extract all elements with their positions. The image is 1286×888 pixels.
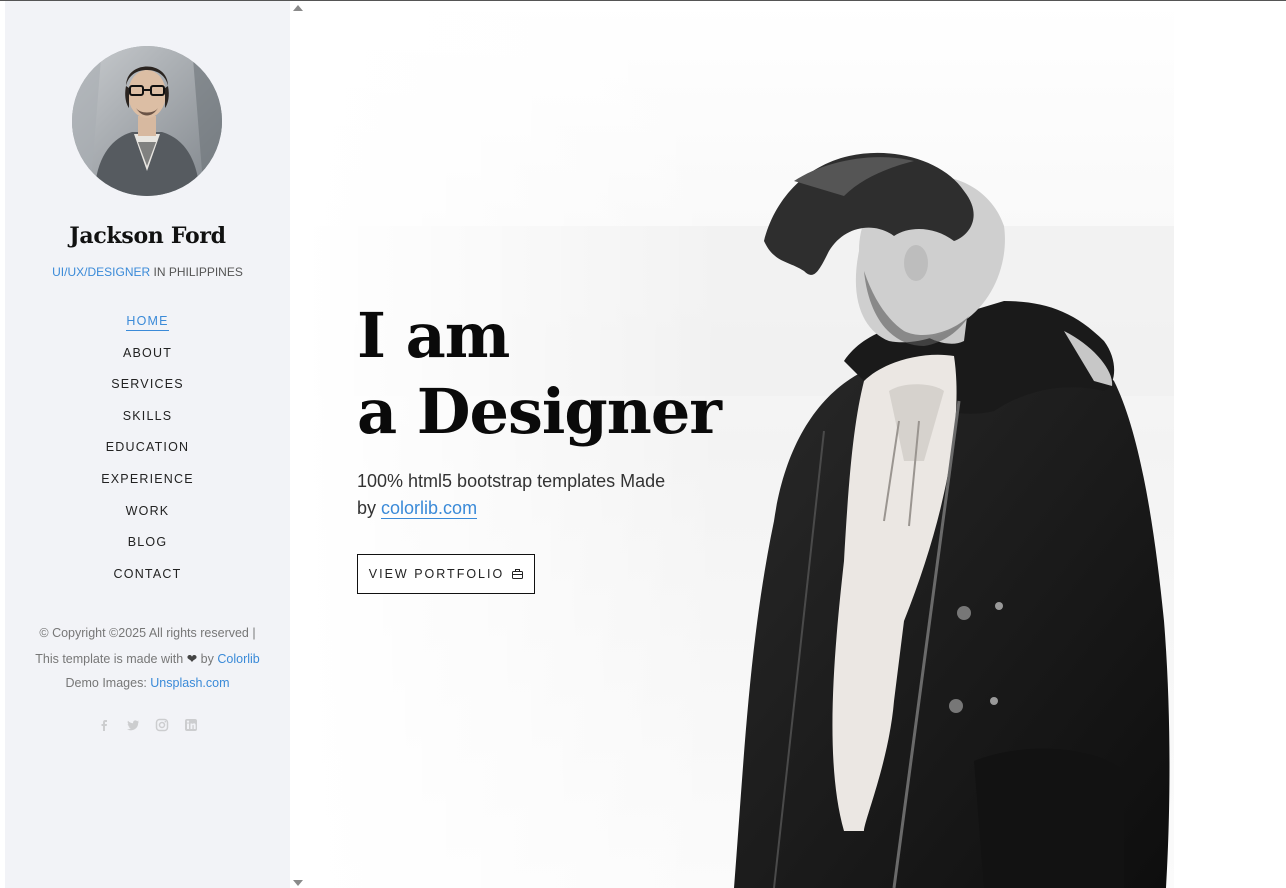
copyright-text: © Copyright ©2025 All rights reserved |: [39, 626, 256, 640]
colorlib-link[interactable]: Colorlib: [217, 652, 259, 666]
heart-icon: ❤: [186, 652, 198, 666]
nav-item-contact[interactable]: CONTACT: [114, 567, 182, 583]
nav-item-about[interactable]: ABOUT: [123, 346, 172, 362]
sidebar-footer: © Copyright ©2025 All rights reserved | …: [5, 620, 290, 694]
scroll-up-arrow-icon[interactable]: [293, 5, 303, 11]
hero-headline-line2: a Designer: [357, 375, 722, 448]
twitter-icon[interactable]: [126, 718, 140, 732]
nav-item-blog[interactable]: BLOG: [128, 535, 168, 551]
colorlib-hero-link[interactable]: colorlib.com: [381, 498, 478, 519]
profile-role: UI/UX/DESIGNER IN PHILIPPINES: [5, 265, 290, 279]
unsplash-link[interactable]: Unsplash.com: [150, 676, 229, 690]
nav-item-skills[interactable]: SKILLS: [123, 409, 173, 425]
nav-item-home[interactable]: HOME: [126, 314, 169, 331]
profile-role-title: UI/UX/DESIGNER: [52, 265, 151, 279]
briefcase-icon: [512, 569, 524, 579]
sidebar: Jackson Ford UI/UX/DESIGNER IN PHILIPPIN…: [5, 1, 290, 888]
by-text: by: [200, 652, 214, 666]
nav-item-education[interactable]: EDUCATION: [106, 440, 190, 456]
profile-name: Jackson Ford: [69, 223, 226, 249]
nav-item-experience[interactable]: EXPERIENCE: [101, 472, 194, 488]
made-with-text: This template is made with: [35, 652, 184, 666]
hero-headline: I am a Designer: [357, 298, 777, 450]
made-with-line: This template is made with ❤ by Colorlib: [5, 646, 290, 672]
hero-section: I am a Designer 100% html5 bootstrap tem…: [357, 298, 777, 594]
main-nav: HOME ABOUT SERVICES SKILLS EDUCATION EXP…: [5, 310, 290, 594]
view-portfolio-button[interactable]: VIEW PORTFOLIO: [357, 554, 535, 594]
hero-subtitle: 100% html5 bootstrap templates Made by c…: [357, 468, 687, 522]
nav-item-work[interactable]: WORK: [126, 504, 170, 520]
facebook-icon[interactable]: [97, 718, 111, 732]
social-icons: [5, 717, 290, 736]
avatar: [72, 46, 222, 196]
instagram-icon[interactable]: [155, 718, 169, 732]
profile-role-location: IN PHILIPPINES: [150, 265, 243, 279]
demo-images-line: Demo Images: Unsplash.com: [5, 672, 290, 694]
sidebar-scrollbar[interactable]: [290, 1, 304, 888]
linkedin-icon[interactable]: [184, 718, 198, 732]
demo-images-text: Demo Images:: [65, 676, 147, 690]
view-portfolio-label: VIEW PORTFOLIO: [368, 567, 505, 581]
scroll-down-arrow-icon[interactable]: [293, 880, 303, 886]
nav-item-services[interactable]: SERVICES: [111, 377, 184, 393]
hero-headline-line1: I am: [357, 299, 510, 372]
